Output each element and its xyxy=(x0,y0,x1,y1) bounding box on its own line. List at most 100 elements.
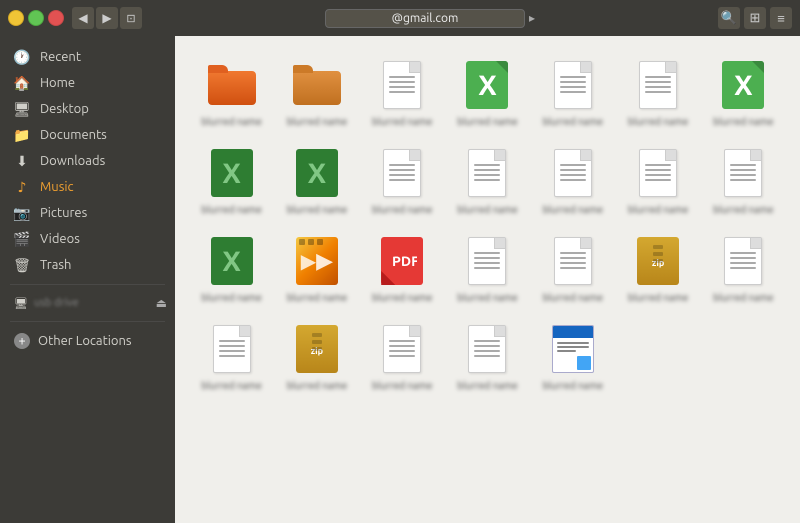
file-label: blurred name xyxy=(372,292,432,304)
sidebar-item-recent[interactable]: 🕐 Recent xyxy=(0,44,175,70)
sidebar-item-home[interactable]: 🏠 Home xyxy=(0,70,175,96)
file-label: blurred name xyxy=(372,116,432,128)
file-label: blurred name xyxy=(201,116,261,128)
list-item[interactable]: blurred name xyxy=(532,52,613,134)
sidebar-label-home: Home xyxy=(40,76,75,90)
file-label: blurred name xyxy=(628,292,688,304)
document-icon xyxy=(634,146,682,200)
file-label: blurred name xyxy=(543,204,603,216)
clock-icon: 🕐 xyxy=(14,49,30,65)
sidebar-item-trash[interactable]: 🗑 Trash xyxy=(0,252,175,278)
list-item[interactable]: blurred name xyxy=(191,316,272,398)
downloads-icon: ⬇ xyxy=(14,153,30,169)
file-label: blurred name xyxy=(287,204,347,216)
xlsx-dark-icon xyxy=(293,146,341,200)
file-grid: blurred name blurred name blurred name xyxy=(191,52,784,398)
list-item[interactable]: blurred name xyxy=(703,52,784,134)
address-expand-icon: ▸ xyxy=(529,11,535,25)
toolbar-actions: 🔍 ⊞ ≡ xyxy=(718,7,792,29)
file-label: blurred name xyxy=(628,204,688,216)
file-label: blurred name xyxy=(457,116,517,128)
home-icon: 🏠 xyxy=(14,75,30,91)
sidebar-item-music[interactable]: ♪ Music xyxy=(0,174,175,200)
document-icon xyxy=(208,322,256,376)
list-item[interactable]: blurred name xyxy=(532,316,613,398)
list-item[interactable]: blurred name xyxy=(276,316,357,398)
sidebar-item-videos[interactable]: 🎬 Videos xyxy=(0,226,175,252)
sidebar-label-other: Other Locations xyxy=(38,334,132,348)
list-item[interactable]: blurred name xyxy=(703,228,784,310)
document-icon xyxy=(634,58,682,112)
sidebar-label-usb: usb drive xyxy=(34,297,79,309)
list-item[interactable]: blurred name xyxy=(617,140,698,222)
forward-button[interactable]: ▶ xyxy=(96,7,118,29)
sidebar-item-other-locations[interactable]: + Other Locations xyxy=(0,328,175,354)
list-item[interactable]: blurred name xyxy=(447,52,528,134)
menu-button[interactable]: ≡ xyxy=(770,7,792,29)
writer-icon xyxy=(549,322,597,376)
list-item[interactable]: blurred name xyxy=(617,52,698,134)
file-content-area: blurred name blurred name blurred name xyxy=(175,36,800,523)
pdf-icon: PDF xyxy=(378,234,426,288)
documents-icon: 📁 xyxy=(14,127,30,143)
pictures-icon: 📷 xyxy=(14,205,30,221)
nav-buttons: ◀ ▶ ⊡ xyxy=(72,7,142,29)
list-item[interactable]: blurred name xyxy=(191,228,272,310)
document-icon xyxy=(463,146,511,200)
xlsx-dark-icon xyxy=(208,234,256,288)
view-button[interactable]: ⊞ xyxy=(744,7,766,29)
address-bar[interactable]: @gmail.com xyxy=(325,9,525,28)
sidebar-item-documents[interactable]: 📁 Documents xyxy=(0,122,175,148)
maximize-button[interactable] xyxy=(28,10,44,26)
list-item[interactable]: blurred name xyxy=(362,140,443,222)
sidebar-item-pictures[interactable]: 📷 Pictures xyxy=(0,200,175,226)
document-icon xyxy=(378,58,426,112)
file-label: blurred name xyxy=(713,204,773,216)
list-item[interactable]: blurred name xyxy=(276,140,357,222)
list-item[interactable]: ▶ blurred name xyxy=(276,228,357,310)
file-label: blurred name xyxy=(628,116,688,128)
file-label: blurred name xyxy=(543,380,603,392)
document-icon xyxy=(549,146,597,200)
list-item[interactable]: blurred name xyxy=(447,316,528,398)
plus-icon: + xyxy=(14,333,30,349)
list-item[interactable]: blurred name xyxy=(191,140,272,222)
music-icon: ♪ xyxy=(14,179,30,195)
back-button[interactable]: ◀ xyxy=(72,7,94,29)
document-icon xyxy=(719,146,767,200)
sidebar-label-downloads: Downloads xyxy=(40,154,105,168)
list-item[interactable]: blurred name xyxy=(617,228,698,310)
sidebar-label-music: Music xyxy=(40,180,74,194)
sidebar-divider-2 xyxy=(10,321,165,322)
file-label: blurred name xyxy=(287,380,347,392)
document-icon xyxy=(549,58,597,112)
sidebar-item-desktop[interactable]: 🖥 Desktop xyxy=(0,96,175,122)
eject-button[interactable]: ⏏ xyxy=(156,296,167,310)
file-label: blurred name xyxy=(372,204,432,216)
sidebar-divider-1 xyxy=(10,284,165,285)
file-label: blurred name xyxy=(201,204,261,216)
list-item[interactable]: PDF blurred name xyxy=(362,228,443,310)
zip-icon xyxy=(293,322,341,376)
list-item[interactable]: blurred name xyxy=(447,140,528,222)
device-button[interactable]: ⊡ xyxy=(120,7,142,29)
document-icon xyxy=(463,322,511,376)
list-item[interactable]: blurred name xyxy=(532,140,613,222)
file-label: blurred name xyxy=(287,292,347,304)
titlebar: ◀ ▶ ⊡ @gmail.com ▸ 🔍 ⊞ ≡ xyxy=(0,0,800,36)
list-item[interactable]: blurred name xyxy=(276,52,357,134)
list-item[interactable]: blurred name xyxy=(362,316,443,398)
sidebar-label-videos: Videos xyxy=(40,232,80,246)
close-button[interactable] xyxy=(48,10,64,26)
list-item[interactable]: blurred name xyxy=(447,228,528,310)
list-item[interactable]: blurred name xyxy=(362,52,443,134)
sidebar-item-downloads[interactable]: ⬇ Downloads xyxy=(0,148,175,174)
list-item[interactable]: blurred name xyxy=(191,52,272,134)
sidebar-item-usb[interactable]: 🖥 usb drive ⏏ xyxy=(0,291,175,315)
usb-icon: 🖥 xyxy=(14,297,28,310)
list-item[interactable]: blurred name xyxy=(532,228,613,310)
search-button[interactable]: 🔍 xyxy=(718,7,740,29)
minimize-button[interactable] xyxy=(8,10,24,26)
file-label: blurred name xyxy=(201,380,261,392)
list-item[interactable]: blurred name xyxy=(703,140,784,222)
